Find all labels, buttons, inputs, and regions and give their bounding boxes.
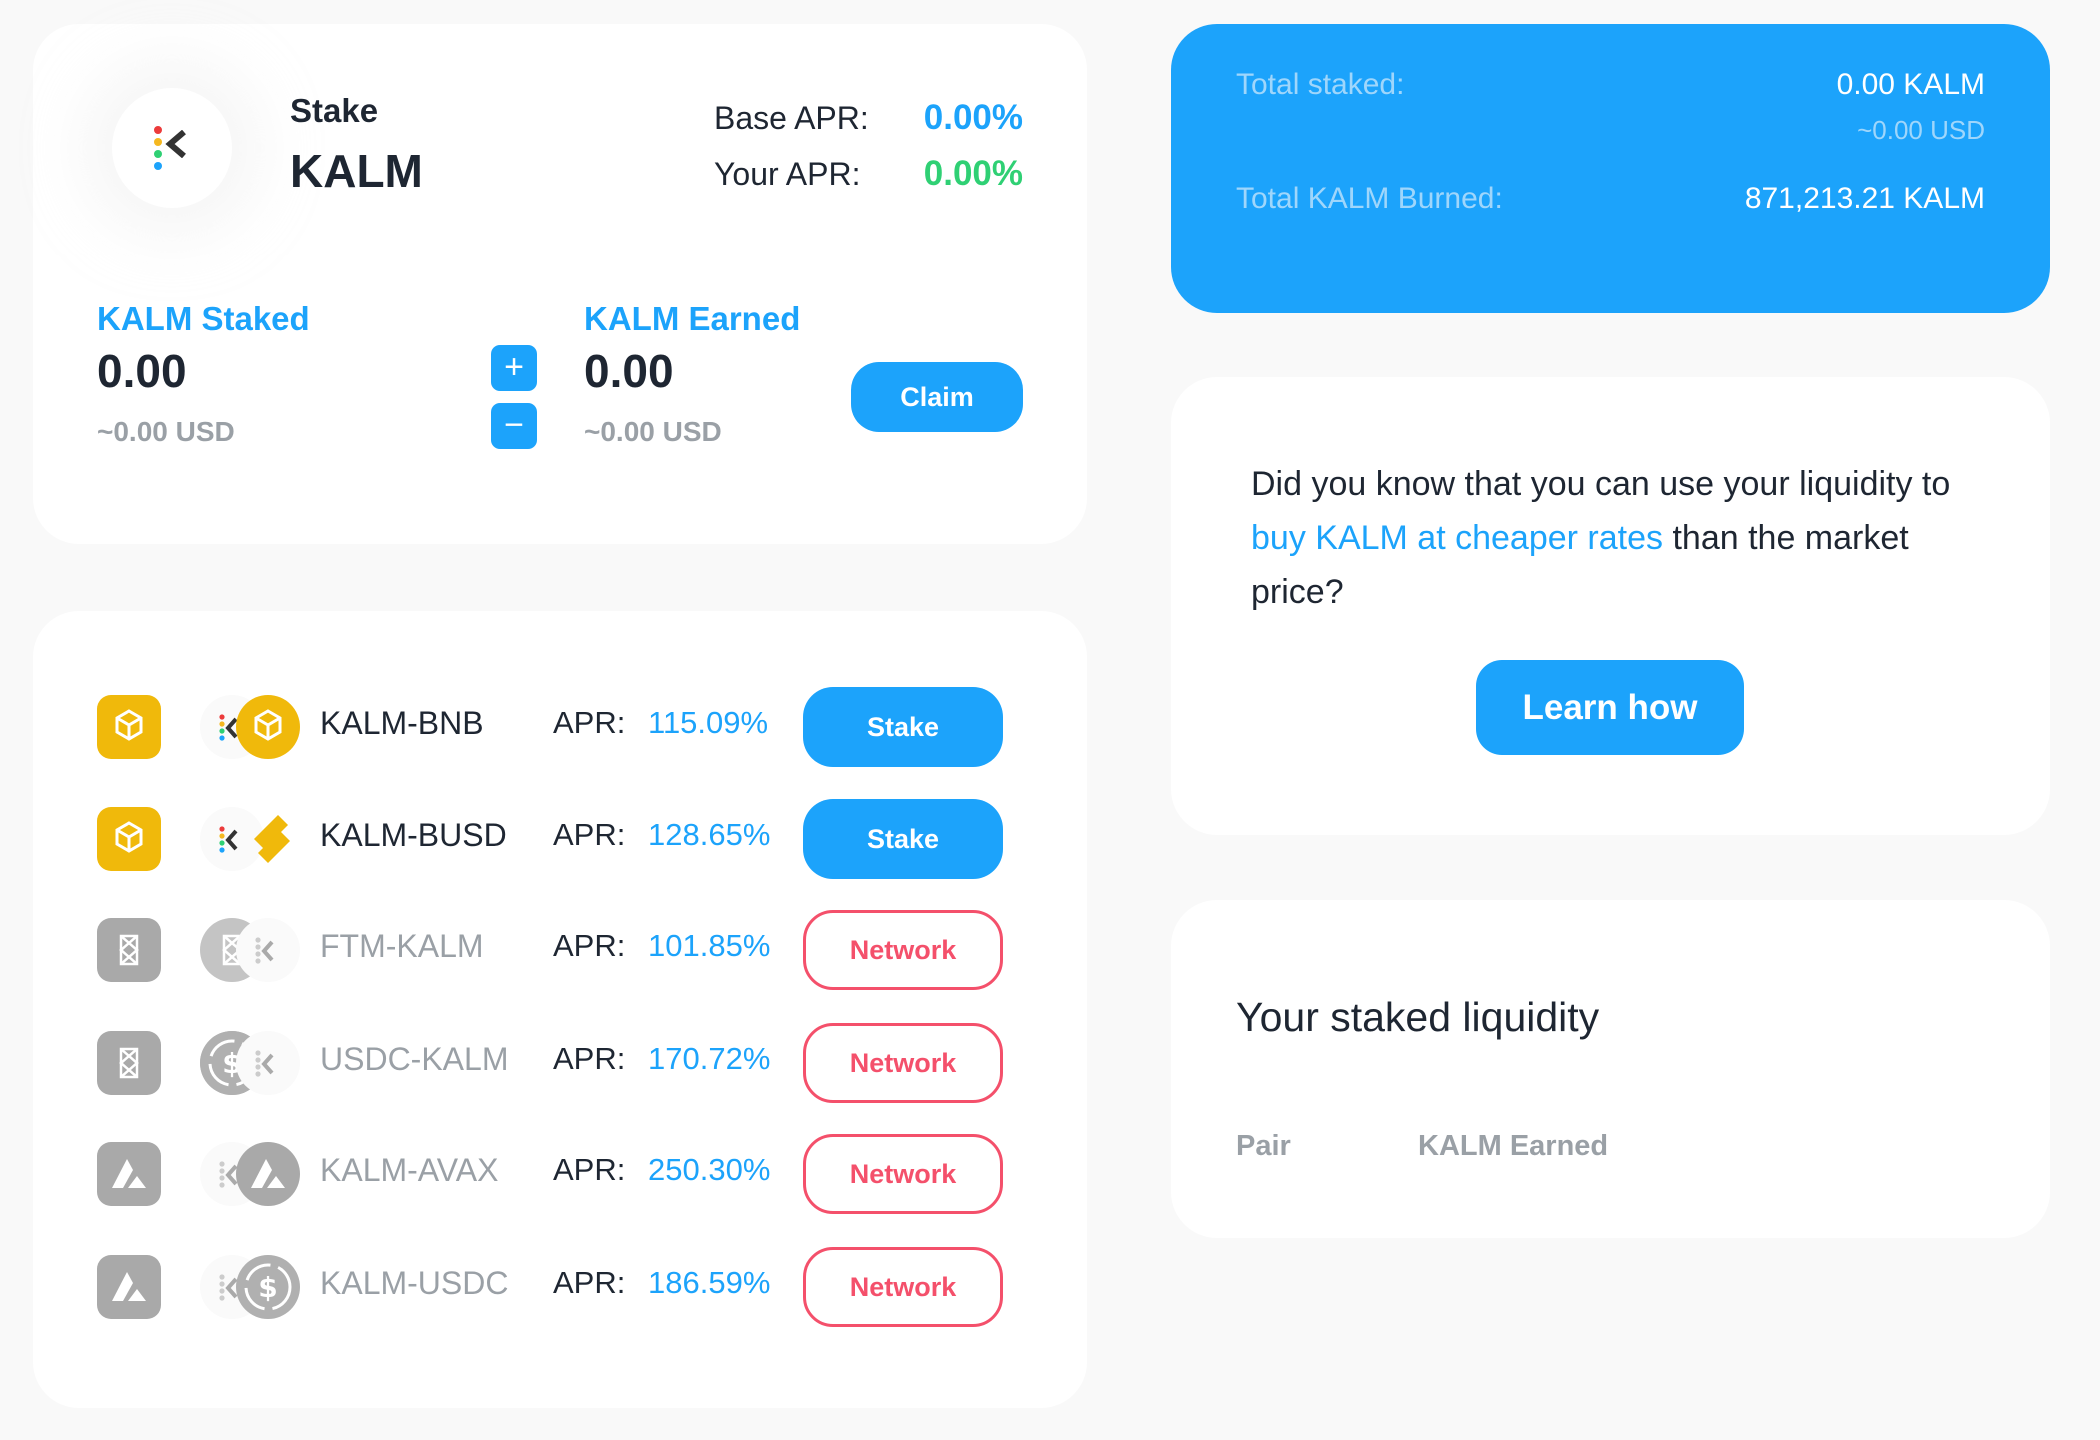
pool-apr-label: APR: [553, 1152, 626, 1187]
total-burned-label: Total KALM Burned: [1236, 182, 1503, 215]
add-stake-button[interactable]: + [491, 345, 537, 391]
kalm-staked-value: 0.00 [97, 345, 187, 397]
staked-liquidity-title: Your staked liquidity [1236, 994, 1600, 1040]
pool-apr-value: 170.72% [648, 1041, 771, 1076]
kalm-logo [112, 88, 232, 208]
pool-name: FTM-KALM [320, 928, 484, 964]
pool-apr-value: 186.59% [648, 1265, 771, 1300]
pool-name: KALM-USDC [320, 1265, 509, 1301]
buy-kalm-link[interactable]: buy KALM at cheaper rates [1251, 519, 1663, 557]
avalanche-chain-icon [97, 1142, 161, 1206]
kalm-token-icon [236, 918, 300, 982]
bnb-chain-chain-icon [97, 807, 161, 871]
pool-row-kalm-bnb: KALM-BNB APR: 115.09% Stake [33, 685, 1087, 769]
info-text-before: Did you know that you can use your liqui… [1251, 465, 1951, 503]
total-staked-value: 0.00 KALM [1836, 68, 1985, 101]
stake-title-small: Stake [290, 92, 379, 129]
total-staked-usd: ~0.00 USD [1857, 115, 1985, 145]
learn-how-button[interactable]: Learn how [1476, 660, 1744, 755]
switch-network-button[interactable]: Network [803, 910, 1003, 990]
pool-apr-label: APR: [553, 817, 626, 852]
pool-apr-value: 128.65% [648, 817, 771, 852]
base-apr-value: 0.00% [923, 98, 1023, 137]
stake-card: Stake KALM Base APR: 0.00% Your APR: 0.0… [33, 24, 1087, 544]
remove-stake-button[interactable]: − [491, 403, 537, 449]
pool-row-kalm-usdc: $ KALM-USDC APR: 186.59% Network [33, 1245, 1087, 1329]
pool-apr-value: 115.09% [648, 705, 769, 740]
avalanche-chain-icon [97, 1255, 161, 1319]
kalm-logo-icon [154, 126, 194, 170]
pool-name: KALM-AVAX [320, 1152, 499, 1188]
info-text: Did you know that you can use your liqui… [1251, 457, 1971, 619]
pool-row-kalm-busd: KALM-BUSD APR: 128.65% Stake [33, 797, 1087, 881]
pair-icons: $ [200, 1031, 310, 1095]
pool-apr-label: APR: [553, 1041, 626, 1076]
your-apr-value: 0.00% [923, 154, 1023, 193]
column-header-pair: Pair [1236, 1130, 1291, 1162]
kalm-earned-usd: ~0.00 USD [584, 416, 722, 447]
switch-network-button[interactable]: Network [803, 1023, 1003, 1103]
stake-button[interactable]: Stake [803, 799, 1003, 879]
pair-icons [200, 807, 310, 871]
pool-name: KALM-BUSD [320, 817, 507, 853]
svg-text:$: $ [258, 1271, 277, 1304]
pool-row-ftm-kalm: FTM-KALM APR: 101.85% Network [33, 908, 1087, 992]
switch-network-button[interactable]: Network [803, 1134, 1003, 1214]
kalm-staked-label: KALM Staked [97, 300, 310, 337]
minus-icon: − [504, 406, 524, 444]
kalm-token-icon [236, 1031, 300, 1095]
switch-network-button[interactable]: Network [803, 1247, 1003, 1327]
pool-apr-label: APR: [553, 705, 626, 740]
pool-name: KALM-BNB [320, 705, 484, 741]
staking-summary-card: Total staked: 0.00 KALM ~0.00 USD Total … [1171, 24, 2050, 313]
claim-button[interactable]: Claim [851, 362, 1023, 432]
kalm-staked-usd: ~0.00 USD [97, 416, 235, 447]
stake-token-title: KALM [290, 145, 423, 197]
pool-apr-label: APR: [553, 1265, 626, 1300]
total-staked-label: Total staked: [1236, 68, 1405, 101]
pair-icons: $ [200, 1255, 310, 1319]
staked-liquidity-card: Your staked liquidity Pair KALM Earned [1171, 900, 2050, 1238]
base-apr-label: Base APR: [714, 100, 869, 136]
pool-apr-value: 250.30% [648, 1152, 771, 1187]
pair-icons [200, 918, 310, 982]
fantom-chain-icon [97, 918, 161, 982]
your-apr-label: Your APR: [714, 156, 861, 192]
kalm-earned-value: 0.00 [584, 345, 674, 397]
total-burned-value: 871,213.21 KALM [1744, 182, 1985, 215]
plus-icon: + [504, 348, 524, 386]
avax-token-icon [236, 1142, 300, 1206]
pair-icons [200, 1142, 310, 1206]
pool-apr-value: 101.85% [648, 928, 771, 963]
bnb-chain-chain-icon [97, 695, 161, 759]
pool-row-kalm-avax: KALM-AVAX APR: 250.30% Network [33, 1132, 1087, 1216]
busd-token-icon [236, 807, 300, 871]
pool-name: USDC-KALM [320, 1041, 509, 1077]
pools-card: KALM-BNB APR: 115.09% Stake KALM-BUSD AP… [33, 611, 1087, 1408]
fantom-chain-icon [97, 1031, 161, 1095]
stake-button[interactable]: Stake [803, 687, 1003, 767]
pair-icons [200, 695, 310, 759]
pool-apr-label: APR: [553, 928, 626, 963]
pool-row-usdc-kalm: $ USDC-KALM APR: 170.72% Network [33, 1021, 1087, 1105]
usdc-token-icon: $ [236, 1255, 300, 1319]
column-header-kalm-earned: KALM Earned [1418, 1130, 1609, 1162]
bnb-token-icon [236, 695, 300, 759]
kalm-earned-label: KALM Earned [584, 300, 801, 337]
info-card: Did you know that you can use your liqui… [1171, 377, 2050, 835]
